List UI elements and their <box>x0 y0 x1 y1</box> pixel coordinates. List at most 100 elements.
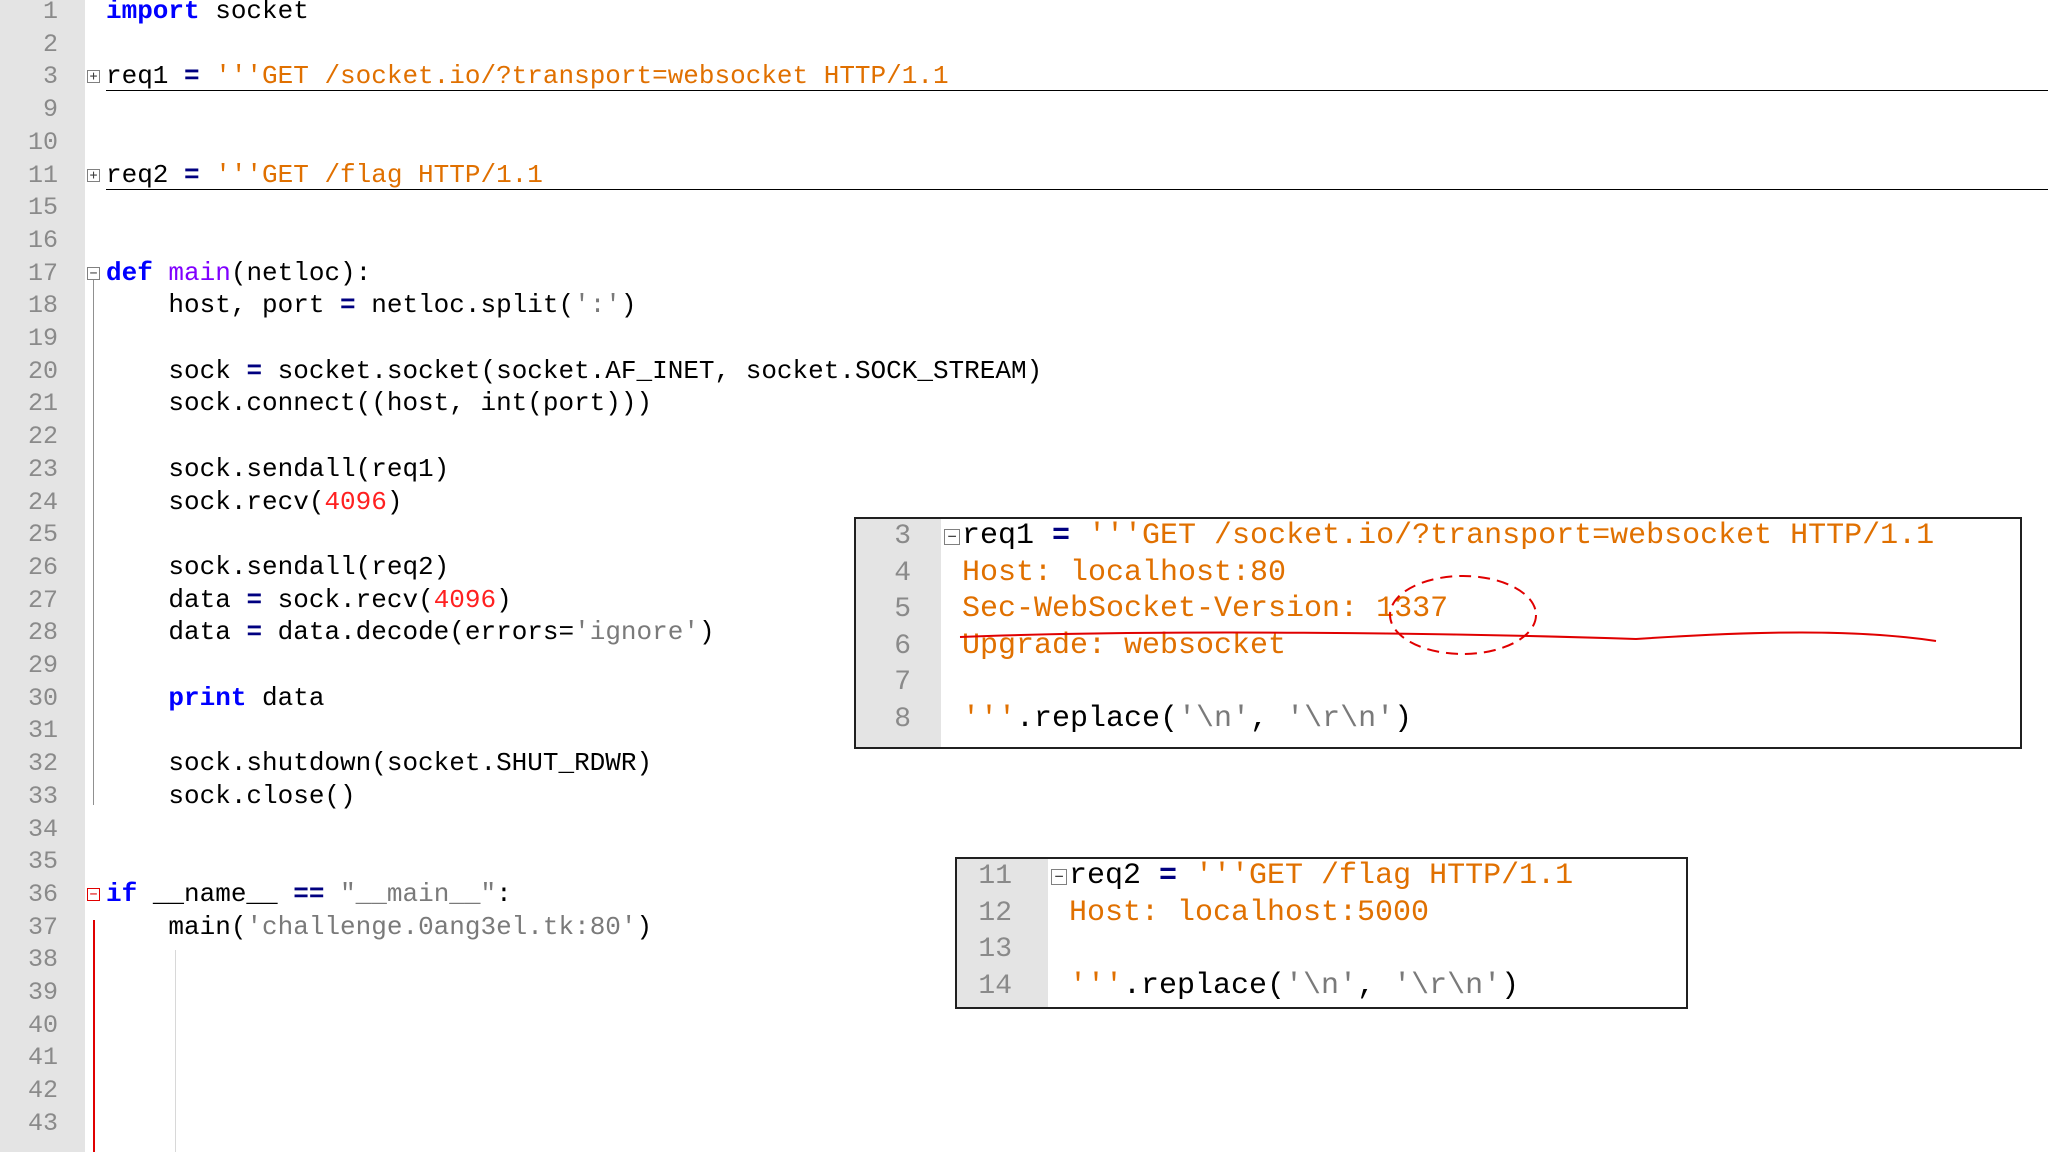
code-token: socket.socket(socket.AF_INET, socket.SOC… <box>262 355 1043 386</box>
fold-expand-icon[interactable]: + <box>87 70 100 84</box>
line-number: 36 <box>27 879 58 909</box>
code-line[interactable]: 15 <box>0 191 2048 224</box>
line-number: 23 <box>27 454 58 484</box>
line-number: 38 <box>27 945 58 975</box>
code-token: '\n' <box>1285 968 1358 1003</box>
line-number: 42 <box>27 1076 58 1106</box>
code-token: = <box>340 290 356 321</box>
zoom-inset-req2: 11 − req2 = '''GET /flag HTTP/1.1 12 Host: l… <box>955 857 1688 1009</box>
code-text: '''.replace('\n', '\r\n') <box>1069 968 1519 1005</box>
code-line[interactable]: 20 sock = socket.socket(socket.AF_INET, … <box>0 355 2048 388</box>
line-number: 17 <box>27 258 58 288</box>
code-token: data.decode(errors= <box>262 617 575 648</box>
code-token: ) <box>496 584 512 615</box>
code-text: req2 = '''GET /flag HTTP/1.1 <box>106 159 543 192</box>
line-number: 19 <box>27 324 58 353</box>
line-number: 28 <box>27 618 58 648</box>
code-token: sock.shutdown(socket.SHUT_RDWR) <box>106 748 653 779</box>
code-token: sock.recv( <box>106 486 325 517</box>
line-number: 15 <box>27 193 58 223</box>
code-line[interactable]: 41 <box>0 1041 2048 1074</box>
code-token: = <box>184 61 200 92</box>
code-token: 'challenge.0ang3el.tk:80' <box>246 911 637 942</box>
code-token: data <box>106 617 247 648</box>
code-line[interactable]: 24 sock.recv(4096) <box>0 486 2048 519</box>
code-token: == <box>293 878 325 909</box>
code-line[interactable]: 11 + req2 = '''GET /flag HTTP/1.1 <box>0 159 2048 192</box>
zoom-inset-req1: 3− req1 = '''GET /socket.io/?transport=we… <box>854 517 2022 749</box>
code-text: data = sock.recv(4096) <box>106 584 512 617</box>
line-number: 41 <box>27 1043 58 1073</box>
line-number: 16 <box>27 225 58 255</box>
code-token: ) <box>636 911 653 942</box>
code-token: sock.recv( <box>262 584 434 615</box>
code-token: __name__ <box>137 878 294 909</box>
fold-collapse-icon[interactable]: − <box>87 266 100 280</box>
code-line[interactable]: 16 <box>0 224 2048 257</box>
inset-code-line: 13 <box>957 931 1686 968</box>
code-line[interactable]: 19 <box>0 322 2048 355</box>
code-token: ':' <box>574 290 621 321</box>
code-token: if <box>106 878 138 909</box>
fold-collapse-icon[interactable]: − <box>87 887 100 901</box>
code-line[interactable]: 9 <box>0 93 2048 126</box>
code-line[interactable]: 17 − def main(netloc): <box>0 257 2048 290</box>
code-text: sock.connect((host, int(port))) <box>106 387 652 420</box>
code-line[interactable]: 1 import socket <box>0 0 2048 28</box>
code-line[interactable]: 43 <box>0 1107 2048 1140</box>
line-number: 11 <box>27 160 58 190</box>
code-token: req2 <box>1069 859 1160 893</box>
code-token: main <box>168 257 231 288</box>
line-number: 26 <box>27 552 58 582</box>
code-text: sock.sendall(req1) <box>106 453 449 486</box>
code-token: = <box>246 584 263 615</box>
code-token: (netloc): <box>230 257 372 288</box>
code-text: def main(netloc): <box>106 257 371 290</box>
line-number: 33 <box>27 781 58 811</box>
code-line[interactable]: 42 <box>0 1074 2048 1107</box>
line-number: 37 <box>27 912 58 942</box>
code-text: Host: localhost:5000 <box>1069 895 1429 932</box>
line-number: 34 <box>27 814 58 844</box>
code-token: ''' <box>1069 968 1124 1003</box>
folded-block-marker <box>106 188 2048 190</box>
code-line[interactable]: 34 <box>0 813 2048 846</box>
code-token: netloc.split( <box>355 290 575 321</box>
code-token: req1 <box>106 61 185 92</box>
code-text: if __name__ == "__main__": <box>106 878 512 911</box>
code-line[interactable]: 3 + req1 = '''GET /socket.io/?transport=we… <box>0 60 2048 93</box>
code-text: sock.sendall(req2) <box>106 551 449 584</box>
code-token: ) <box>620 290 637 321</box>
line-number: 32 <box>27 749 58 779</box>
code-text: sock.shutdown(socket.SHUT_RDWR) <box>106 747 652 780</box>
line-number: 21 <box>27 389 58 419</box>
red-circle-annotation <box>959 575 1937 655</box>
inset-code-line: 11 − req2 = '''GET /flag HTTP/1.1 <box>957 858 1686 895</box>
code-token: print <box>168 682 247 713</box>
code-token: = <box>246 617 263 648</box>
code-line[interactable]: 22 <box>0 420 2048 453</box>
code-line[interactable]: 32 sock.shutdown(socket.SHUT_RDWR) <box>0 747 2048 780</box>
line-number: 43 <box>27 1108 58 1138</box>
code-line[interactable]: 18 host, port = netloc.split(':') <box>0 289 2048 322</box>
code-line[interactable]: 10 <box>0 126 2048 159</box>
code-token: sock.sendall(req1) <box>106 453 450 484</box>
code-line[interactable]: 21 sock.connect((host, int(port))) <box>0 387 2048 420</box>
code-line[interactable]: 33 sock.close() <box>0 780 2048 813</box>
code-line[interactable]: 40 <box>0 1009 2048 1042</box>
code-token: sock.connect((host, int(port))) <box>106 388 653 419</box>
line-number: 24 <box>27 487 58 517</box>
code-line[interactable]: 23 sock.sendall(req1) <box>0 453 2048 486</box>
code-token: ) <box>698 617 715 648</box>
code-token: = <box>1159 859 1178 893</box>
code-token: "__main__" <box>340 878 497 909</box>
fold-expand-icon[interactable]: + <box>87 168 100 182</box>
code-line[interactable]: 2 <box>0 28 2048 61</box>
code-token: '\r\n' <box>1393 968 1502 1003</box>
line-number: 35 <box>27 847 58 877</box>
line-number: 18 <box>27 291 58 321</box>
code-token: data <box>246 682 325 713</box>
